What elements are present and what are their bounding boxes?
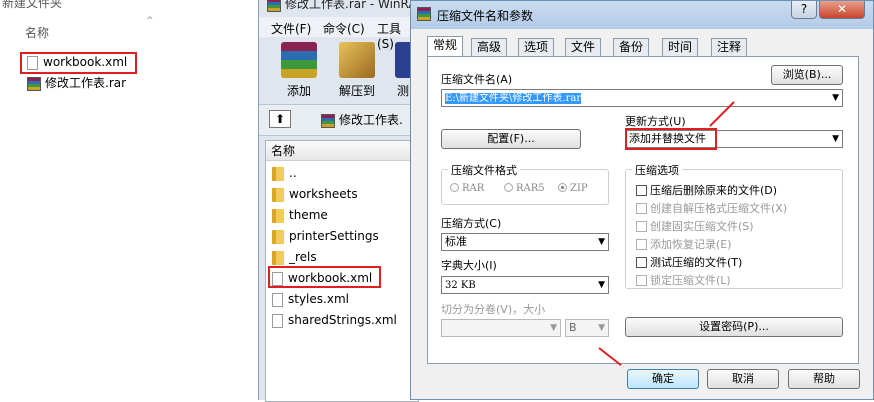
file-name: 修改工作表.rar [45, 76, 127, 90]
column-header-name[interactable]: 名称 [25, 24, 49, 41]
set-password-button[interactable]: 设置密码(P)... [625, 317, 843, 337]
archive-dialog: 压缩文件名和参数 ? ✕ 常规 高级 选项 文件 备份 时间 注释 压缩文件名(… [410, 0, 874, 400]
close-button[interactable]: ✕ [819, 1, 865, 19]
chevron-down-icon: ▼ [832, 134, 839, 144]
browse-button[interactable]: 浏览(B)... [771, 65, 843, 85]
menu-file[interactable]: 文件(F) [271, 20, 311, 37]
solid-checkbox[interactable]: 创建固实压缩文件(S) [636, 218, 754, 234]
up-folder-icon[interactable]: ⬆ [269, 110, 291, 128]
archive-name-input[interactable]: E:\新建文件夹\修改工作表.rar ▼ [441, 89, 843, 107]
format-zip-radio[interactable]: ZIP [558, 183, 588, 194]
dictionary-size-select[interactable]: 32 KB ▼ [441, 276, 609, 294]
cancel-button[interactable]: 取消 [707, 369, 779, 389]
rar-file-icon [27, 76, 41, 91]
list-item[interactable]: _rels [272, 247, 317, 267]
add-icon [281, 42, 317, 78]
dialog-title: 压缩文件名和参数 [437, 9, 534, 23]
dialog-titlebar: 压缩文件名和参数 ? ✕ [411, 1, 873, 29]
list-item[interactable]: styles.xml [272, 289, 349, 309]
chevron-down-icon: ▼ [598, 280, 605, 290]
winrar-title: 修改工作表.rar - WinRAR [267, 0, 425, 12]
explorer-title: 新建文件夹 [2, 0, 63, 10]
xml-file-icon [272, 313, 283, 328]
split-unit-select[interactable]: B ▼ [565, 319, 609, 337]
extract-icon [339, 42, 375, 78]
folder-icon [272, 166, 284, 181]
chevron-down-icon: ▼ [832, 93, 839, 103]
tab-options[interactable]: 选项 [518, 38, 555, 56]
ok-button[interactable]: 确定 [627, 369, 699, 389]
help-title-button[interactable]: ? [791, 1, 817, 19]
split-size-input[interactable]: ▼ [441, 319, 561, 337]
delete-after-checkbox[interactable]: 压缩后删除原来的文件(D) [636, 182, 777, 198]
path-bar: ⬆ 修改工作表. [259, 104, 417, 136]
dictionary-size-label: 字典大小(I) [441, 259, 497, 272]
checkbox-icon [636, 239, 647, 250]
lock-archive-checkbox[interactable]: 锁定压缩文件(L) [636, 272, 731, 288]
checkbox-icon [636, 257, 647, 268]
checkbox-icon [636, 275, 647, 286]
tab-comment[interactable]: 注释 [711, 38, 748, 56]
list-item[interactable]: sharedStrings.xml [272, 310, 397, 330]
winrar-icon [417, 7, 431, 21]
xml-file-icon [272, 292, 283, 307]
tab-advanced[interactable]: 高级 [471, 38, 508, 56]
path-text[interactable]: 修改工作表. [321, 111, 403, 128]
column-header-name[interactable]: 名称 [266, 141, 418, 161]
rar-file-icon [321, 113, 335, 128]
radio-icon [450, 183, 459, 192]
highlight-box [625, 128, 717, 150]
folder-icon [272, 208, 284, 223]
list-item[interactable]: theme [272, 205, 328, 225]
compression-method-label: 压缩方式(C) [441, 217, 502, 230]
help-button[interactable]: 帮助 [788, 369, 860, 389]
update-mode-label: 更新方式(U) [625, 115, 686, 128]
format-rar-radio[interactable]: RAR [450, 183, 484, 194]
folder-icon [272, 250, 284, 265]
split-volumes-label: 切分为分卷(V)，大小 [441, 303, 546, 316]
archive-options-group: 压缩选项 压缩后删除原来的文件(D) 创建自解压格式压缩文件(X) 创建固实压缩… [625, 162, 843, 289]
tab-time[interactable]: 时间 [662, 38, 699, 56]
winrar-icon [267, 0, 281, 12]
highlight-box [268, 266, 381, 288]
tab-backup[interactable]: 备份 [613, 38, 650, 56]
highlight-box [20, 52, 137, 74]
chevron-down-icon: ▼ [598, 237, 605, 247]
checkbox-icon [636, 185, 647, 196]
list-item[interactable]: .. [272, 163, 297, 183]
archive-name-label: 压缩文件名(A) [441, 73, 513, 86]
compression-method-select[interactable]: 标准 ▼ [441, 233, 609, 251]
folder-icon [272, 229, 284, 244]
radio-selected-icon [558, 183, 567, 192]
winrar-menubar: 文件(F) 命令(C) 工具(S) [259, 17, 417, 51]
checkbox-icon [636, 203, 647, 214]
tab-files[interactable]: 文件 [565, 38, 602, 56]
list-item[interactable]: worksheets [272, 184, 358, 204]
folder-icon [272, 187, 284, 202]
radio-icon [504, 183, 513, 192]
tab-general[interactable]: 常规 [427, 36, 464, 56]
add-button[interactable]: 添加 [273, 40, 325, 100]
test-files-checkbox[interactable]: 测试压缩的文件(T) [636, 254, 742, 270]
sort-arrow-icon: ^ [146, 16, 154, 26]
recovery-record-checkbox[interactable]: 添加恢复记录(E) [636, 236, 732, 252]
extract-to-button[interactable]: 解压到 [331, 40, 383, 100]
archive-format-group: 压缩文件格式 RAR RAR5 ZIP [441, 162, 609, 205]
chevron-down-icon: ▼ [598, 323, 605, 333]
menu-commands[interactable]: 命令(C) [323, 20, 365, 37]
winrar-window: 修改工作表.rar - WinRAR 文件(F) 命令(C) 工具(S) 添加 … [258, 0, 425, 402]
format-rar5-radio[interactable]: RAR5 [504, 183, 545, 194]
chevron-down-icon: ▼ [550, 323, 557, 333]
sfx-checkbox[interactable]: 创建自解压格式压缩文件(X) [636, 200, 787, 216]
list-item[interactable]: printerSettings [272, 226, 379, 246]
list-item[interactable]: 修改工作表.rar [27, 73, 126, 93]
explorer-window: 新建文件夹 ^ 名称 workbook.xml 修改工作表.rar [0, 0, 258, 400]
checkbox-icon [636, 221, 647, 232]
profiles-button[interactable]: 配置(F)... [441, 129, 581, 149]
